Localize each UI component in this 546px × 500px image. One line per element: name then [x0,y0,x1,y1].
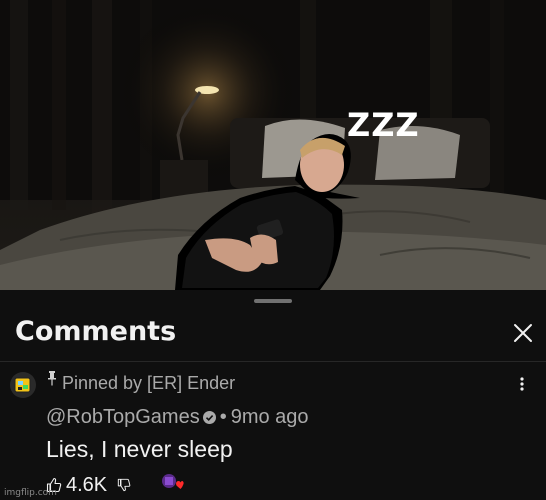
meta-separator: • [219,406,227,428]
pinned-comment: Pinned by [ER] Ender @RobTopGames • 9mo … [0,364,546,500]
comments-sheet: Comments Pinned by [ER] Ender @RobTopGam… [0,290,546,500]
pin-icon [48,371,56,386]
more-vert-icon[interactable] [512,374,532,394]
drag-handle[interactable] [254,299,292,303]
comment-text: Lies, I never sleep [46,436,233,462]
watermark: imgflip.com [4,488,57,498]
pinned-label: Pinned by [ER] Ender [46,371,236,394]
zzz-caption: ZZZ [347,106,420,144]
comment-actions: 4.6K [46,472,184,498]
comments-header: Comments [0,310,546,362]
close-icon[interactable] [510,320,536,346]
comments-title: Comments [15,316,177,347]
comment-meta: @RobTopGames • 9mo ago [46,406,309,429]
comment-time: 9mo ago [230,406,309,428]
author-handle[interactable]: @RobTopGames [46,406,200,429]
pinned-by-text: Pinned by [ER] Ender [62,372,236,393]
bedroom-scene [0,0,546,290]
creator-heart-icon [162,474,184,489]
like-count: 4.6K [66,473,108,496]
thumb-down-icon[interactable] [117,478,131,492]
video-still: ZZZ [0,0,546,290]
verified-icon [202,411,216,424]
avatar[interactable] [10,372,36,398]
